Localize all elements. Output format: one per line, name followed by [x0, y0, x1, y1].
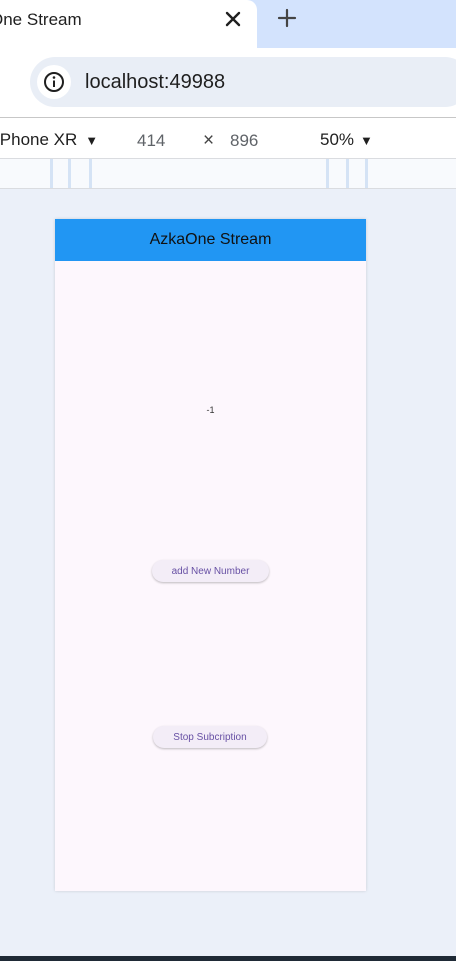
device-dropdown[interactable]: iPhone XR ▼	[0, 130, 98, 150]
width-input[interactable]: 414	[137, 131, 165, 151]
browser-tab[interactable]: One Stream	[0, 0, 257, 48]
dropdown-arrow-icon: ▼	[85, 133, 99, 148]
dropdown-arrow-icon: ▼	[360, 133, 373, 148]
new-tab-icon[interactable]	[276, 7, 298, 29]
zoom-value: 50%	[320, 130, 355, 149]
tab-strip: One Stream	[0, 0, 456, 48]
address-bar[interactable]: localhost:49988	[30, 57, 456, 107]
device-toolbar: iPhone XR ▼ 414 × 896 50% ▼	[0, 118, 456, 158]
media-query-marker[interactable]	[365, 159, 368, 188]
media-query-marker[interactable]	[346, 159, 349, 188]
media-query-bar	[0, 159, 456, 189]
media-query-marker[interactable]	[326, 159, 329, 188]
device-viewport: AzkaOne Stream -1 add New Number Stop Su…	[55, 219, 366, 891]
add-new-number-button[interactable]: add New Number	[152, 560, 269, 582]
media-query-marker[interactable]	[68, 159, 71, 188]
media-query-marker[interactable]	[89, 159, 92, 188]
close-icon[interactable]	[222, 8, 244, 30]
site-info-button[interactable]	[37, 65, 71, 99]
app-title: AzkaOne Stream	[149, 231, 272, 248]
height-input[interactable]: 896	[230, 131, 258, 151]
device-name: iPhone XR	[0, 130, 78, 149]
app-bar: AzkaOne Stream	[55, 219, 366, 261]
info-icon	[44, 72, 64, 92]
times-icon: ×	[203, 130, 215, 151]
browser-toolbar: localhost:49988	[0, 48, 456, 118]
bottom-edge	[0, 956, 456, 961]
tab-title: One Stream	[0, 10, 82, 29]
url-text: localhost:49988	[85, 71, 226, 93]
stop-subscription-button[interactable]: Stop Subcription	[153, 726, 267, 748]
media-query-marker[interactable]	[50, 159, 53, 188]
counter-value: -1	[206, 405, 215, 415]
zoom-dropdown[interactable]: 50% ▼	[320, 130, 373, 150]
